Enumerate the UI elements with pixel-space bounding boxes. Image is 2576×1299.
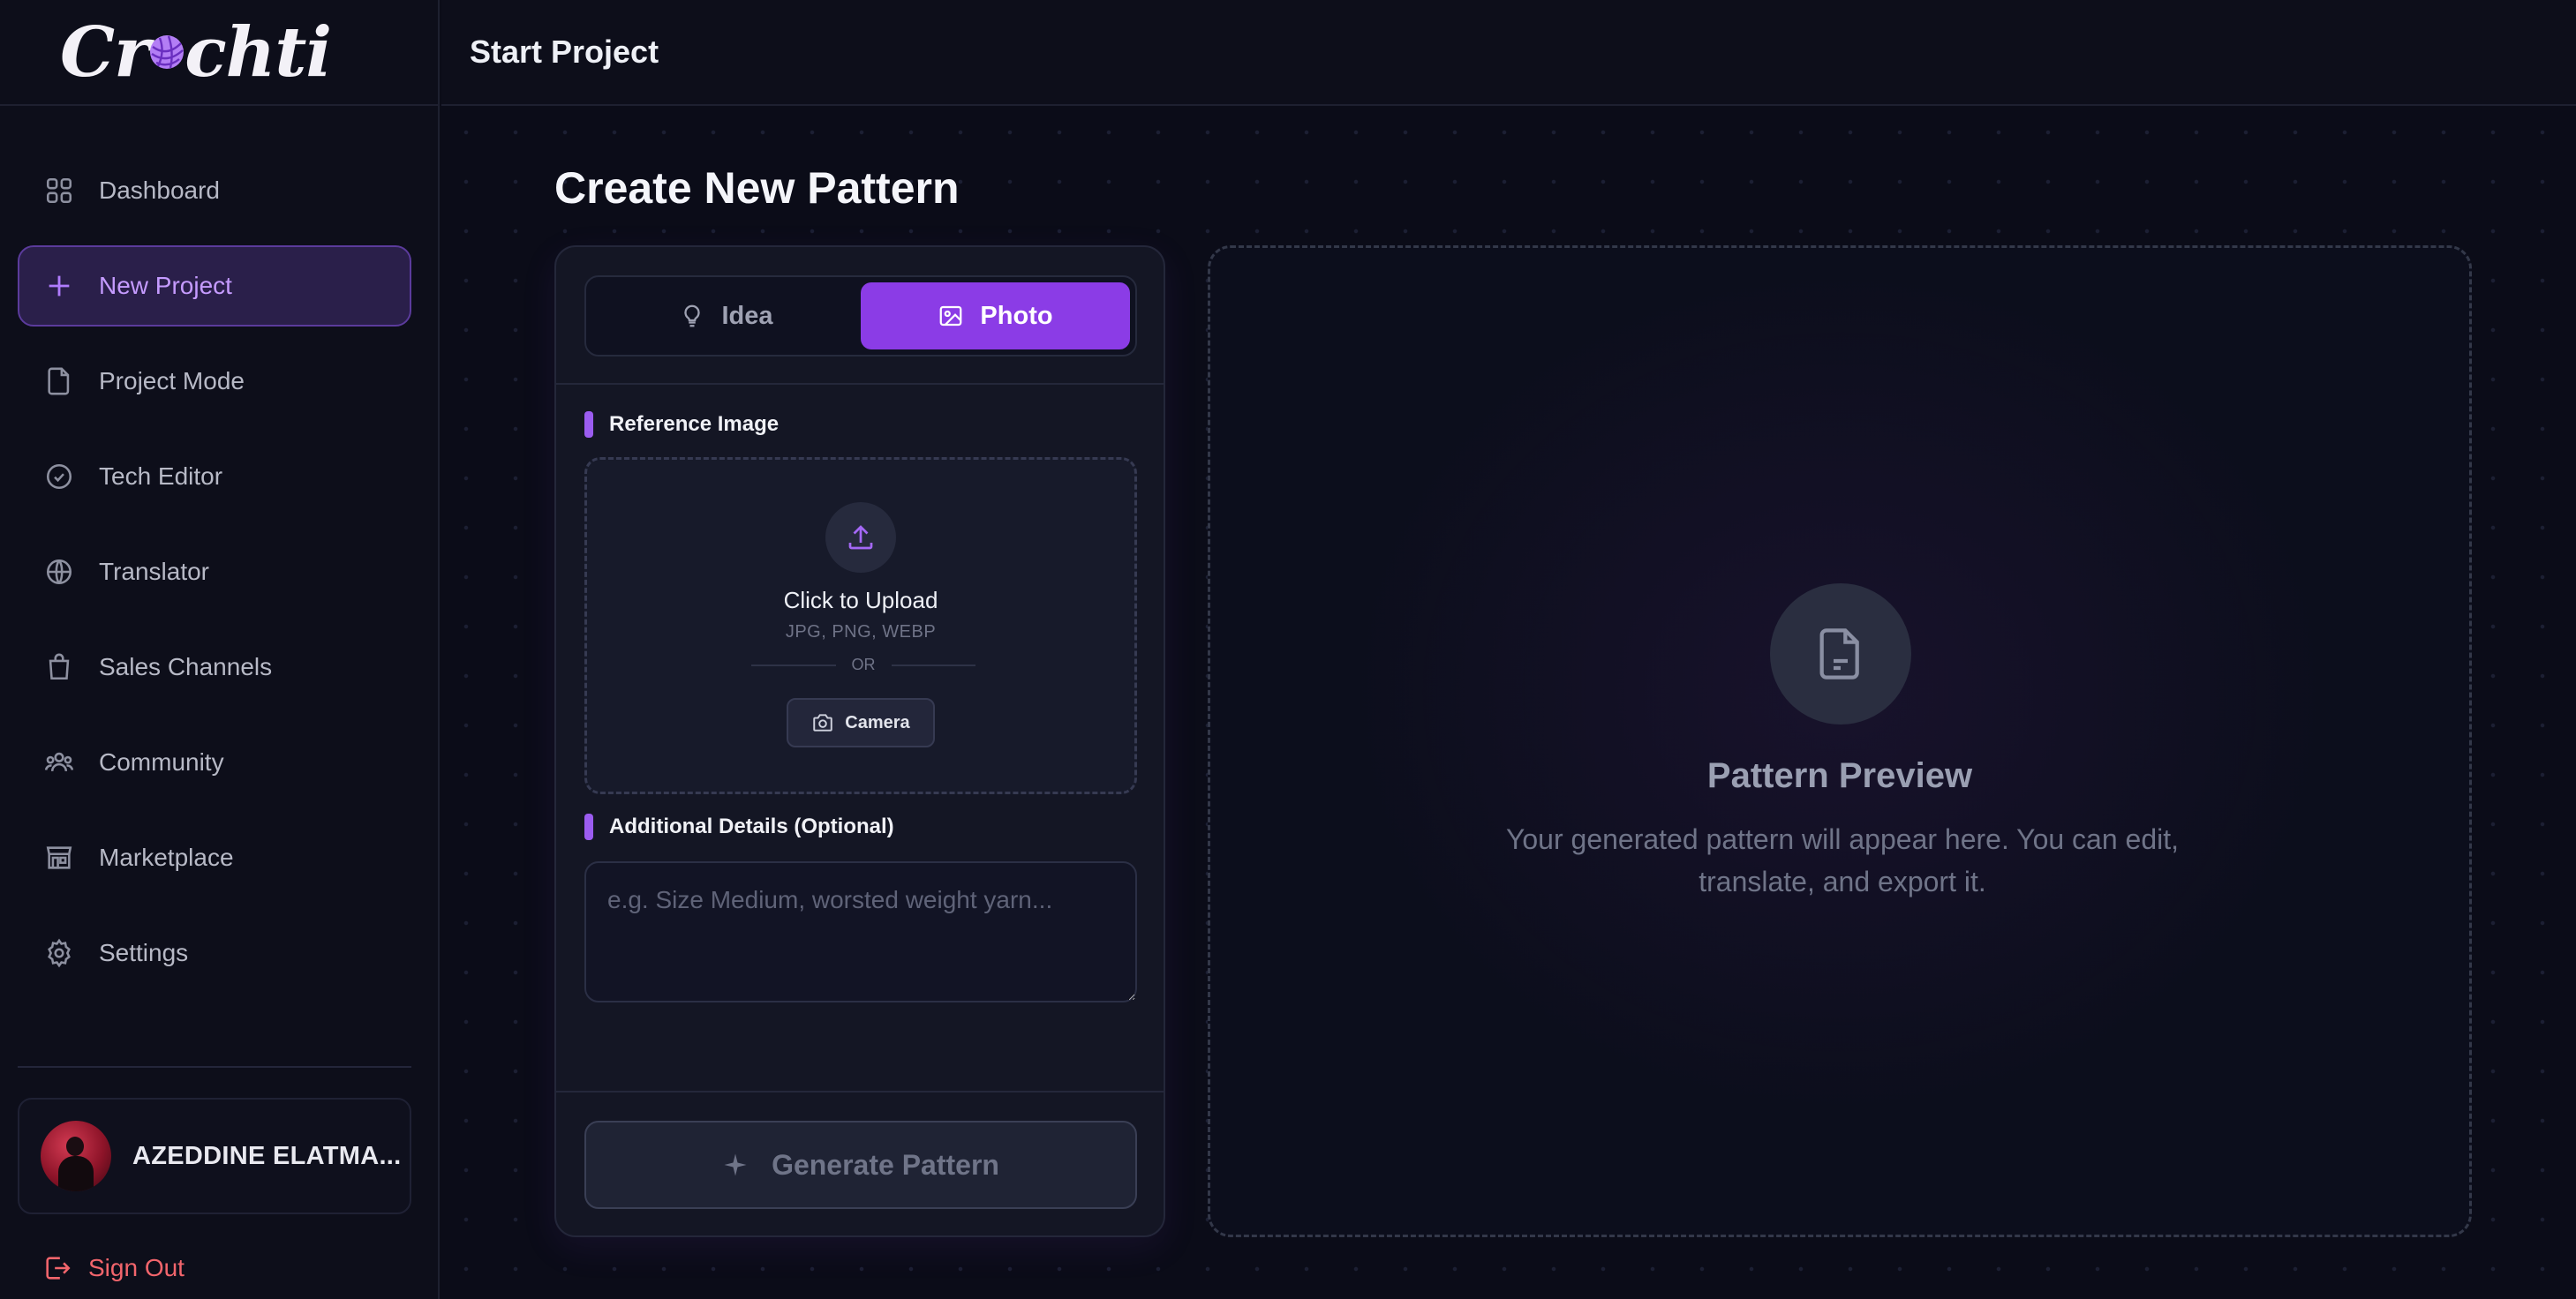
pattern-preview-panel: Pattern Preview Your generated pattern w…	[1208, 245, 2472, 1237]
shopping-bag-icon	[49, 653, 70, 680]
sidebar-item-label: Settings	[99, 939, 189, 966]
logout-icon	[46, 1257, 71, 1280]
camera-icon	[813, 714, 833, 732]
sign-out-button[interactable]: Sign Out	[42, 1253, 185, 1283]
additional-details-label-text: Additional Details (Optional)	[609, 815, 894, 838]
sparkle-icon	[724, 1153, 747, 1176]
sidebar-item-label: Sales Channels	[99, 653, 273, 680]
reference-image-label: Reference Image	[584, 411, 779, 438]
logo-area: Cr chti	[0, 0, 438, 106]
image-upload-dropzone[interactable]: Click to Upload JPG, PNG, WEBP OR Camera	[584, 457, 1137, 794]
preview-title: Pattern Preview	[1706, 756, 1973, 795]
image-icon	[940, 305, 962, 327]
or-text: OR	[851, 656, 876, 673]
or-divider: OR	[751, 656, 975, 674]
tab-photo-label: Photo	[980, 301, 1053, 330]
generate-pattern-label: Generate Pattern	[772, 1148, 999, 1181]
input-mode-toggle: Idea Photo	[584, 275, 1137, 357]
sidebar-item-sales-channels[interactable]: Sales Channels	[18, 627, 411, 708]
user-card[interactable]: AZEDDINE ELATMA...	[18, 1098, 411, 1214]
check-circle-icon	[46, 463, 72, 490]
topbar: Start Project	[441, 0, 2576, 106]
sidebar-item-settings[interactable]: Settings	[18, 912, 411, 994]
sidebar-divider	[18, 1066, 411, 1068]
brand-logo[interactable]: Cr chti	[60, 12, 332, 93]
sidebar-item-tech-editor[interactable]: Tech Editor	[18, 436, 411, 517]
sidebar-item-new-project[interactable]: New Project	[18, 245, 411, 327]
lightbulb-icon	[684, 304, 701, 327]
pattern-form-card: Idea Photo Reference Image Click to Uplo…	[554, 245, 1165, 1237]
tab-idea-label: Idea	[721, 301, 773, 330]
upload-icon	[848, 525, 873, 550]
page-title: Create New Pattern	[554, 163, 960, 213]
store-icon	[46, 846, 72, 869]
reference-image-label-text: Reference Image	[609, 412, 780, 436]
avatar	[41, 1121, 111, 1191]
sidebar-item-dashboard[interactable]: Dashboard	[18, 150, 411, 231]
sidebar-item-label: Dashboard	[99, 176, 220, 204]
generate-pattern-button[interactable]: Generate Pattern	[584, 1121, 1137, 1209]
label-accent-bar	[584, 814, 593, 840]
users-icon	[44, 752, 74, 772]
gear-icon	[48, 938, 71, 968]
user-name: AZEDDINE ELATMA...	[132, 1141, 402, 1170]
tab-photo[interactable]: Photo	[861, 282, 1130, 349]
preview-icon-circle	[1770, 583, 1911, 725]
sign-out-label: Sign Out	[88, 1254, 185, 1281]
label-accent-bar	[584, 411, 593, 438]
divider	[556, 1091, 1164, 1093]
globe-icon	[46, 559, 72, 585]
sidebar-item-label: New Project	[99, 272, 232, 299]
sidebar-item-label: Tech Editor	[99, 462, 223, 490]
sidebar-item-label: Translator	[99, 558, 210, 585]
document-icon	[1819, 628, 1859, 680]
sidebar-item-marketplace[interactable]: Marketplace	[18, 817, 411, 898]
sidebar-item-project-mode[interactable]: Project Mode	[18, 341, 411, 422]
preview-description: Your generated pattern will appear here.…	[1505, 823, 2180, 897]
plus-icon	[49, 275, 70, 297]
upload-icon-circle	[825, 502, 896, 573]
sidebar-item-community[interactable]: Community	[18, 722, 411, 803]
camera-button-label: Camera	[845, 712, 910, 732]
divider	[556, 383, 1164, 385]
upload-title: Click to Upload	[783, 587, 938, 613]
upload-formats: JPG, PNG, WEBP	[785, 622, 937, 642]
main-content: Create New Pattern Idea Photo Reference …	[441, 108, 2576, 1299]
app-root: Cr chti Dashboard New Project Project Mo…	[0, 0, 2576, 1299]
sidebar-item-label: Marketplace	[99, 844, 234, 871]
tab-idea[interactable]: Idea	[591, 282, 861, 349]
file-icon	[48, 367, 70, 395]
additional-details-input[interactable]	[584, 861, 1137, 1002]
additional-details-label: Additional Details (Optional)	[584, 814, 894, 840]
yarn-ball-icon	[150, 35, 185, 69]
sidebar-item-translator[interactable]: Translator	[18, 531, 411, 612]
topbar-title: Start Project	[470, 34, 659, 70]
sidebar-item-label: Project Mode	[99, 367, 245, 394]
sidebar-item-label: Community	[99, 748, 224, 776]
sidebar-nav: Dashboard New Project Project Mode Tech …	[18, 150, 411, 1008]
camera-button[interactable]: Camera	[787, 698, 935, 747]
sidebar: Cr chti Dashboard New Project Project Mo…	[0, 0, 440, 1299]
grid-icon	[46, 177, 72, 204]
